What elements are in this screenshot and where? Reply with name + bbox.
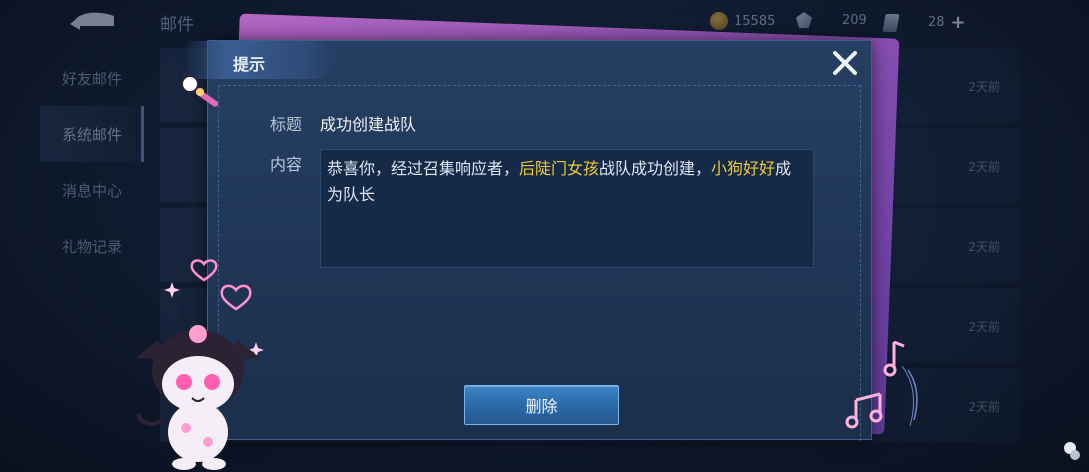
content-text: 战队成功创建， [599, 159, 712, 178]
coupon-counter: 28 + [882, 12, 966, 33]
back-button[interactable] [68, 8, 118, 32]
subject-label: 标题 [270, 115, 303, 134]
mail-age: 2天前 [968, 160, 1000, 174]
magic-wand-icon [178, 68, 219, 107]
gem-counter: 209 [796, 12, 867, 28]
floating-assist-icon[interactable] [1062, 440, 1082, 462]
page-title: 邮件 [160, 15, 194, 35]
kuromi-mascot-icon [136, 325, 260, 470]
mail-sidebar: 好友邮件 系统邮件 消息中心 礼物记录 [40, 50, 144, 274]
close-icon [833, 51, 857, 75]
notice-dialog: 提示 标题 成功创建战队 内容 恭喜你，经过召集响应者，后陡门女孩战队成功创建，… [184, 40, 872, 441]
sidebar-item-gift-record[interactable]: 礼物记录 [40, 218, 144, 274]
coin-value: 15585 [734, 13, 776, 29]
team-name: 后陡门女孩 [519, 159, 600, 178]
coin-icon [710, 12, 728, 30]
gem-value: 209 [842, 12, 867, 28]
sidebar-item-system-mail[interactable]: 系统邮件 [40, 106, 144, 162]
sidebar-item-friend-mail[interactable]: 好友邮件 [40, 50, 144, 106]
music-notes-icon [845, 340, 918, 429]
close-button[interactable] [829, 47, 861, 79]
captain-name: 小狗好好 [711, 159, 776, 178]
dialog-title: 提示 [233, 55, 266, 74]
add-coupon-icon[interactable]: + [951, 12, 966, 33]
mail-age: 2天前 [968, 400, 1000, 414]
sidebar-item-message-center[interactable]: 消息中心 [40, 162, 144, 218]
coupon-value: 28 [928, 15, 945, 30]
gem-icon [796, 12, 812, 28]
gold-coin-counter: 15585 [710, 12, 775, 30]
subject-value: 成功创建战队 [320, 115, 417, 134]
mail-age: 2天前 [968, 80, 1000, 94]
mail-age: 2天前 [968, 320, 1000, 334]
content-label: 内容 [270, 155, 303, 174]
coupon-icon [882, 13, 900, 32]
back-arrow-icon [70, 12, 114, 30]
content-text: 恭喜你，经过召集响应者， [327, 159, 520, 178]
mail-age: 2天前 [968, 240, 1000, 254]
delete-button[interactable]: 删除 [464, 385, 619, 425]
content-text-box: 恭喜你，经过召集响应者，后陡门女孩战队成功创建，小狗好好成为队长 [320, 149, 814, 268]
